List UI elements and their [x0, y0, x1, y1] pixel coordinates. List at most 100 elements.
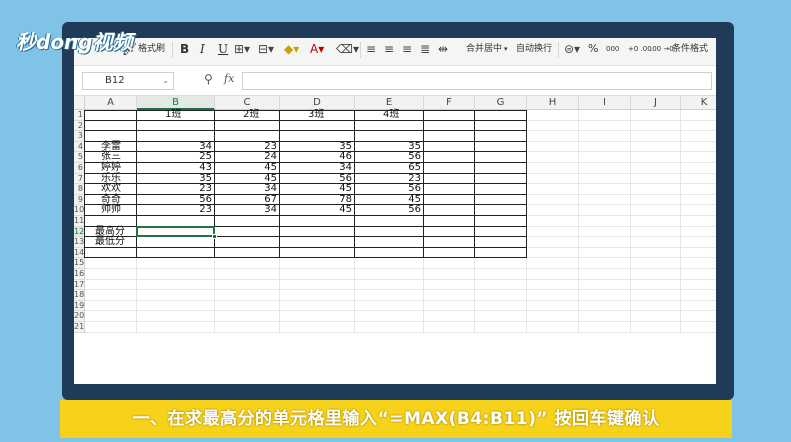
currency-icon[interactable]: ⊜▾	[564, 38, 580, 60]
student-name-cell[interactable]: 欢欢	[101, 183, 121, 194]
underline-button[interactable]: U	[218, 38, 228, 60]
class-header-cell[interactable]: 2班	[243, 109, 259, 120]
justify-icon[interactable]: ≣	[420, 38, 430, 60]
score-cell[interactable]: 45	[280, 204, 352, 215]
chevron-down-icon[interactable]: ⌄	[162, 73, 169, 89]
merge-dropdown-icon[interactable]: ▾	[504, 38, 508, 60]
row-header-18[interactable]: 18	[74, 290, 85, 301]
spreadsheet-grid[interactable]: A B C D E F G H I J K 1 2 3 4 5 6 7 8 9 10 11 12 13 14 15 16 17 18 19…	[74, 96, 716, 384]
clear-format-icon[interactable]: ⌫▾	[336, 38, 359, 60]
table-border	[85, 257, 527, 259]
gridline	[85, 268, 716, 269]
column-header-d[interactable]: D	[280, 96, 355, 110]
column-header-i[interactable]: I	[579, 96, 631, 110]
table-border	[423, 110, 424, 259]
zoom-icon[interactable]: ⚲	[204, 72, 213, 86]
score-cell[interactable]: 67	[215, 194, 277, 205]
thousands-button[interactable]: 000	[606, 38, 619, 60]
score-cell[interactable]: 34	[137, 141, 212, 152]
align-right-icon[interactable]: ≡	[402, 38, 412, 60]
increase-decimal-button[interactable]: +0 .00	[628, 38, 652, 60]
column-header-j[interactable]: J	[631, 96, 681, 110]
row-header-20[interactable]: 20	[74, 311, 85, 322]
align-left-icon[interactable]: ≡	[366, 38, 376, 60]
score-cell[interactable]: 35	[280, 141, 352, 152]
bold-button[interactable]: B	[180, 38, 189, 60]
fill-style-icon[interactable]: ⊟▾	[258, 38, 274, 60]
gridline	[85, 278, 716, 280]
score-cell[interactable]: 23	[355, 173, 421, 184]
score-cell[interactable]: 24	[215, 151, 277, 162]
score-cell[interactable]: 35	[355, 141, 421, 152]
score-cell[interactable]: 56	[280, 173, 352, 184]
min-label-cell[interactable]: 最低分	[95, 236, 125, 247]
max-label-cell[interactable]: 最高分	[95, 226, 125, 237]
column-header-b[interactable]: B	[137, 96, 215, 110]
score-cell[interactable]: 25	[137, 151, 212, 162]
ribbon-separator	[172, 42, 173, 58]
table-border	[84, 110, 85, 259]
score-cell[interactable]: 23	[215, 141, 277, 152]
score-cell[interactable]: 56	[355, 151, 421, 162]
class-header-cell[interactable]: 1班	[165, 109, 181, 120]
formula-input[interactable]	[242, 72, 712, 90]
score-cell[interactable]: 34	[280, 162, 352, 173]
score-cell[interactable]: 34	[215, 204, 277, 215]
select-all-corner[interactable]	[74, 96, 85, 110]
gridline	[85, 321, 716, 322]
class-header-cell[interactable]: 3班	[308, 109, 324, 120]
format-painter-label[interactable]: 格式刷	[138, 38, 165, 60]
font-color-icon[interactable]: A▾	[310, 38, 324, 60]
fill-color-icon[interactable]: ◆▾	[284, 38, 299, 60]
score-cell[interactable]: 35	[137, 173, 212, 184]
merge-center-button[interactable]: 合并居中	[466, 38, 502, 60]
score-cell[interactable]: 45	[215, 173, 277, 184]
column-header-c[interactable]: C	[215, 96, 280, 110]
table-border	[85, 130, 527, 132]
column-header-h[interactable]: H	[527, 96, 579, 110]
score-cell[interactable]: 56	[355, 183, 421, 194]
column-header-g[interactable]: G	[475, 96, 527, 110]
row-header-21[interactable]: 21	[74, 322, 85, 333]
border-icon[interactable]: ⊞▾	[234, 38, 250, 60]
conditional-format-button[interactable]: 条件格式	[672, 38, 708, 60]
italic-button[interactable]: I	[200, 38, 205, 60]
score-cell[interactable]: 65	[355, 162, 421, 173]
student-name-cell[interactable]: 乐乐	[101, 173, 121, 184]
score-cell[interactable]: 46	[280, 151, 352, 162]
student-name-cell[interactable]: 婷婷	[101, 162, 121, 173]
column-header-k[interactable]: K	[681, 96, 716, 110]
fill-handle[interactable]	[212, 234, 217, 240]
score-cell[interactable]: 23	[137, 183, 212, 194]
row-header-19[interactable]: 19	[74, 300, 85, 312]
score-cell[interactable]: 34	[215, 183, 277, 194]
name-box[interactable]: B12 ⌄	[82, 72, 174, 90]
active-cell-b12[interactable]	[136, 225, 215, 238]
row-header-16[interactable]: 16	[74, 269, 85, 280]
row-header-15[interactable]: 15	[74, 258, 85, 269]
score-cell[interactable]: 78	[280, 194, 352, 205]
score-cell[interactable]: 45	[280, 183, 352, 194]
column-header-f[interactable]: F	[424, 96, 475, 110]
score-cell[interactable]: 23	[137, 204, 212, 215]
score-cell[interactable]: 56	[137, 194, 212, 205]
score-cell[interactable]: 43	[137, 162, 212, 173]
score-cell[interactable]: 45	[355, 194, 421, 205]
table-border	[526, 110, 527, 259]
column-header-a[interactable]: A	[85, 96, 137, 110]
distribute-icon[interactable]: ⇹	[438, 38, 448, 60]
score-cell[interactable]: 56	[355, 204, 421, 215]
gridline	[680, 110, 681, 333]
student-name-cell[interactable]: 帅帅	[101, 204, 121, 215]
row-header-17[interactable]: 17	[74, 279, 85, 291]
decrease-decimal-button[interactable]: .00 →0	[650, 38, 674, 60]
spreadsheet-window: 🖌 格式刷 B I U ⊞▾ ⊟▾ ◆▾ A▾ ⌫▾ ≡ ≡ ≡ ≣ ⇹ 合并居…	[74, 38, 716, 384]
wrap-text-button[interactable]: 自动换行	[516, 38, 552, 60]
class-header-cell[interactable]: 4班	[383, 109, 399, 120]
column-header-e[interactable]: E	[355, 96, 424, 110]
student-name-cell[interactable]: 张三	[101, 151, 121, 162]
percent-button[interactable]: %	[588, 38, 598, 60]
function-icon[interactable]: fx	[224, 72, 234, 85]
align-center-icon[interactable]: ≡	[384, 38, 394, 60]
score-cell[interactable]: 45	[215, 162, 277, 173]
